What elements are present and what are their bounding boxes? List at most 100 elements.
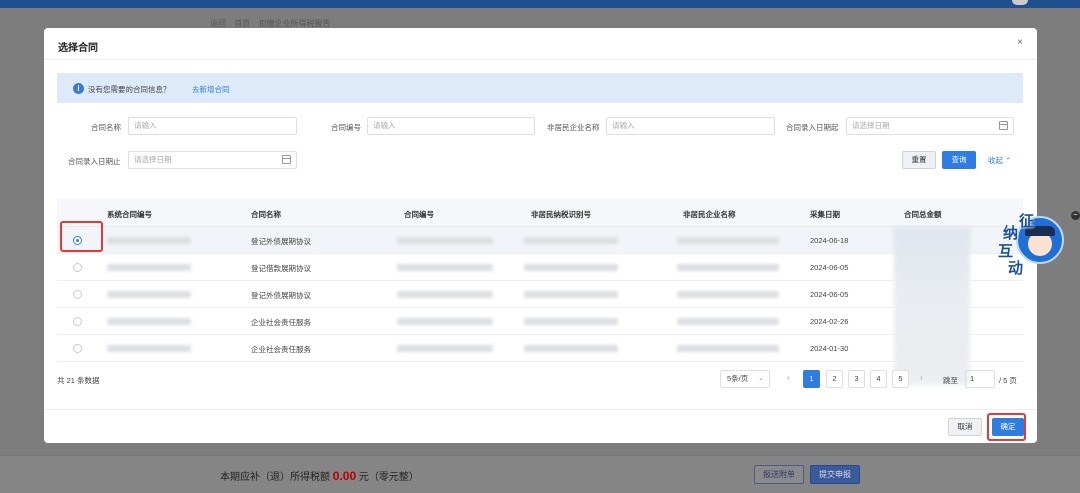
query-button[interactable]: 查询 (942, 151, 976, 169)
info-text: 没有您需要的合同信息？ (88, 85, 171, 94)
redacted-value (677, 264, 779, 271)
breadcrumb-back[interactable]: 返回 (210, 19, 226, 28)
redacted-value (524, 237, 618, 244)
chevron-down-icon: ⌄ (758, 375, 764, 382)
col-system-contract-no: 系统合同编号 (107, 210, 152, 219)
table-row[interactable]: 登记借款展期协议 2024-06-05 (57, 254, 1023, 281)
calendar-icon (999, 121, 1008, 130)
filter-label-contract-name: 合同名称 (91, 123, 121, 132)
tax-summary-label: 本期应补（退）所得税额 (220, 472, 330, 483)
tax-summary-suffix: 元（零元整） (358, 472, 419, 483)
minimize-widget-icon[interactable]: − (1071, 211, 1080, 220)
table-row[interactable]: 登记外债展期协议 2024-06-05 (57, 281, 1023, 308)
row-radio[interactable] (73, 263, 82, 272)
total-count: 共 21 条数据 (57, 376, 100, 385)
info-icon: i (73, 83, 84, 94)
col-collect-date: 采集日期 (810, 210, 840, 219)
collect-date-cell: 2024-01-30 (810, 344, 849, 353)
page-button-5[interactable]: 5 (892, 370, 909, 388)
collect-date-cell: 2024-06-05 (810, 290, 849, 299)
attach-button[interactable]: 报送附单 (754, 465, 804, 484)
redacted-value (677, 237, 779, 244)
total-pages: / 5 页 (999, 376, 1017, 385)
page-button-1[interactable]: 1 (803, 370, 820, 388)
page-button-3[interactable]: 3 (848, 370, 865, 388)
filter-label-date-to: 合同录入日期止 (68, 157, 121, 166)
close-icon[interactable]: × (1017, 37, 1023, 48)
assistant-widget[interactable]: 征 纳 互 动 (995, 210, 1075, 280)
contract-no-input[interactable]: 请输入 (367, 117, 535, 135)
enterprise-name-input[interactable]: 请输入 (606, 117, 775, 135)
contract-name-cell: 企业社会责任服务 (251, 318, 311, 327)
redacted-value (107, 345, 191, 352)
contract-name-cell: 登记外债展期协议 (251, 291, 311, 300)
widget-char: 征 (1019, 213, 1035, 230)
jump-label: 跳至 (943, 376, 958, 385)
add-contract-link[interactable]: 去新增合同 (192, 84, 230, 95)
redacted-value (397, 345, 493, 352)
contract-name-cell: 登记外债展期协议 (251, 237, 311, 246)
col-total-amount: 合同总金额 (904, 210, 942, 219)
widget-char: 动 (1008, 260, 1024, 277)
select-contract-dialog: 选择合同 × i 没有您需要的合同信息？ 去新增合同 合同名称 请输入 合同编号… (44, 28, 1037, 443)
info-banner: i 没有您需要的合同信息？ 去新增合同 (57, 73, 1023, 103)
breadcrumb-current: 扣缴企业所得税报告 (258, 19, 331, 28)
contract-name-input[interactable]: 请输入 (128, 117, 297, 135)
row-radio[interactable] (73, 290, 82, 299)
redacted-value (107, 291, 191, 298)
col-contract-no: 合同编号 (404, 210, 434, 219)
confirm-button[interactable]: 确定 (992, 418, 1024, 436)
table-header: 系统合同编号 合同名称 合同编号 非居民纳税识别号 非居民企业名称 采集日期 合… (57, 199, 1023, 227)
redacted-value (107, 237, 191, 244)
page-button-4[interactable]: 4 (870, 370, 887, 388)
redacted-value (107, 264, 191, 271)
collapse-label: 收起 (988, 156, 1003, 165)
divider (44, 409, 1037, 410)
page-size-value: 5条/页 (727, 374, 749, 383)
jump-page-input[interactable]: 1 (965, 370, 995, 388)
col-contract-name: 合同名称 (251, 210, 281, 219)
date-from-picker[interactable]: 请选择日期 (846, 117, 1014, 135)
tax-summary: 本期应补（退）所得税额 0.00 元（零元整） (220, 468, 419, 483)
redacted-amount-column (894, 227, 970, 385)
redacted-value (397, 291, 493, 298)
redacted-value (677, 291, 779, 298)
date-to-placeholder: 请选择日期 (134, 155, 172, 164)
prev-page-icon[interactable]: ‹ (787, 373, 790, 382)
user-avatar[interactable] (1012, 0, 1028, 5)
reset-button[interactable]: 重置 (902, 151, 936, 169)
table-row[interactable]: 企业社会责任服务 2024-01-30 (57, 335, 1023, 362)
contract-name-cell: 企业社会责任服务 (251, 345, 311, 354)
filter-label-date-from: 合同录入日期起 (786, 123, 839, 132)
collect-date-cell: 2024-06-05 (810, 263, 849, 272)
filter-label-contract-no: 合同编号 (331, 123, 361, 132)
table-row[interactable]: 企业社会责任服务 2024-02-26 (57, 308, 1023, 335)
date-to-picker[interactable]: 请选择日期 (128, 151, 297, 169)
row-radio[interactable] (73, 344, 82, 353)
redacted-value (397, 318, 493, 325)
redacted-value (397, 264, 493, 271)
highlight-box-radio (60, 221, 103, 252)
divider (44, 59, 1037, 60)
tax-amount: 0.00 (332, 469, 357, 483)
row-radio[interactable] (73, 317, 82, 326)
redacted-value (397, 237, 493, 244)
submit-declaration-button[interactable]: 提交申报 (810, 465, 860, 484)
cancel-button[interactable]: 取消 (948, 418, 982, 436)
chevron-up-icon: ⌃ (1005, 156, 1012, 165)
redacted-value (524, 318, 618, 325)
page-button-2[interactable]: 2 (826, 370, 843, 388)
page-size-select[interactable]: 5条/页 ⌄ (720, 370, 770, 388)
filter-label-enterprise-name: 非居民企业名称 (547, 123, 600, 132)
col-taxpayer-id: 非居民纳税识别号 (531, 210, 591, 219)
redacted-value (524, 291, 618, 298)
redacted-value (677, 345, 779, 352)
breadcrumb-home[interactable]: 首页 (234, 19, 250, 28)
redacted-value (677, 318, 779, 325)
collapse-toggle[interactable]: 收起 ⌃ (988, 155, 1011, 166)
redacted-value (524, 345, 618, 352)
next-page-icon[interactable]: › (920, 373, 923, 382)
redacted-value (107, 318, 191, 325)
table-row[interactable]: 登记外债展期协议 2024-06-18 (57, 227, 1023, 254)
collect-date-cell: 2024-06-18 (810, 236, 849, 245)
